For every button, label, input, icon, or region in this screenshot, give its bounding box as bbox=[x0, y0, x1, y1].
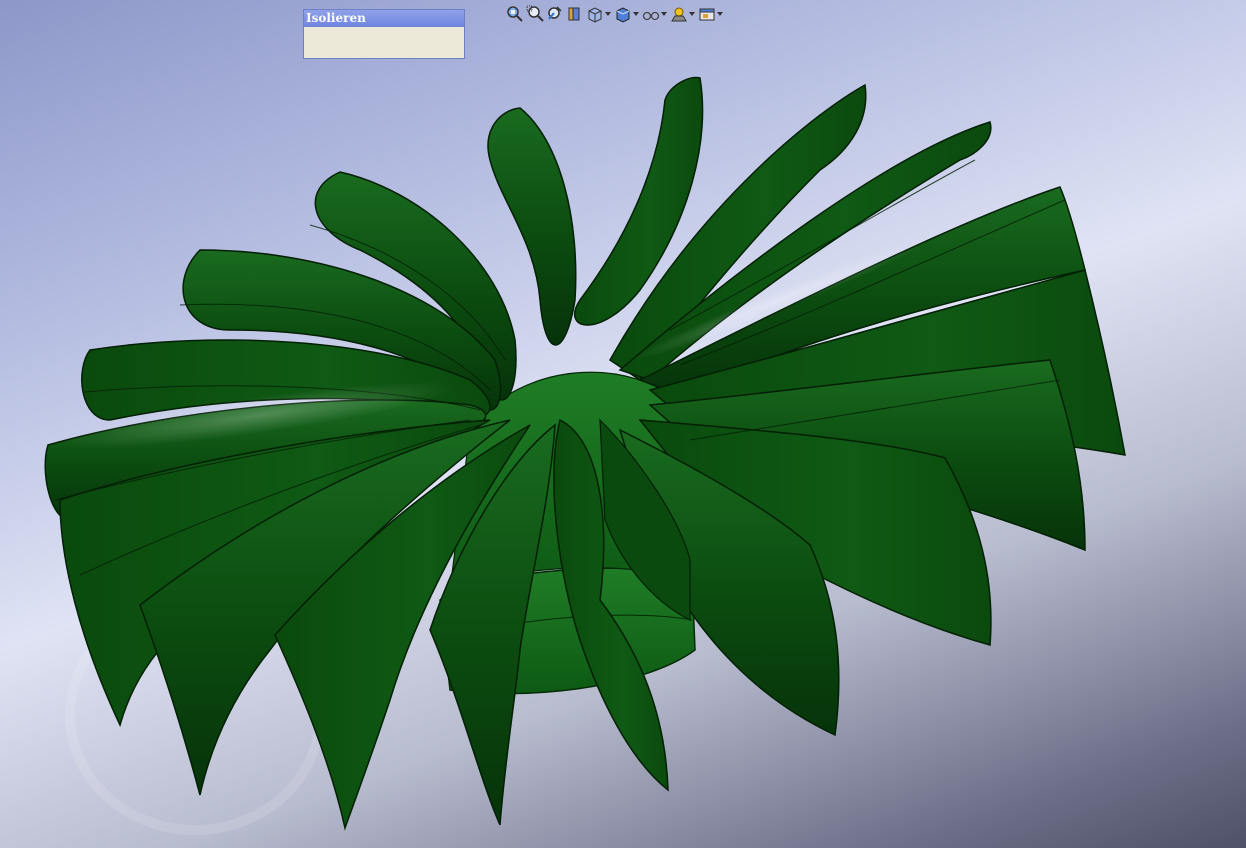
zoom-to-fit-icon[interactable] bbox=[506, 4, 524, 24]
view-settings-icon[interactable] bbox=[698, 4, 724, 24]
isolate-panel[interactable]: Isolieren bbox=[303, 9, 465, 59]
impeller-model[interactable] bbox=[0, 0, 1246, 848]
chevron-down-icon[interactable] bbox=[632, 4, 640, 24]
section-view-icon[interactable] bbox=[566, 4, 584, 24]
isolate-panel-title: Isolieren bbox=[304, 10, 464, 27]
heads-up-view-toolbar bbox=[506, 3, 724, 25]
edit-appearance-icon[interactable] bbox=[670, 4, 696, 24]
graphics-viewport[interactable] bbox=[0, 0, 1246, 848]
hide-show-items-icon[interactable] bbox=[642, 4, 668, 24]
chevron-down-icon[interactable] bbox=[688, 4, 696, 24]
chevron-down-icon[interactable] bbox=[660, 4, 668, 24]
chevron-down-icon[interactable] bbox=[716, 4, 724, 24]
view-orientation-icon[interactable] bbox=[586, 4, 612, 24]
chevron-down-icon[interactable] bbox=[604, 4, 612, 24]
zoom-to-area-icon[interactable] bbox=[526, 4, 544, 24]
blades-left bbox=[44, 249, 669, 831]
previous-view-icon[interactable] bbox=[546, 4, 564, 24]
display-style-icon[interactable] bbox=[614, 4, 640, 24]
